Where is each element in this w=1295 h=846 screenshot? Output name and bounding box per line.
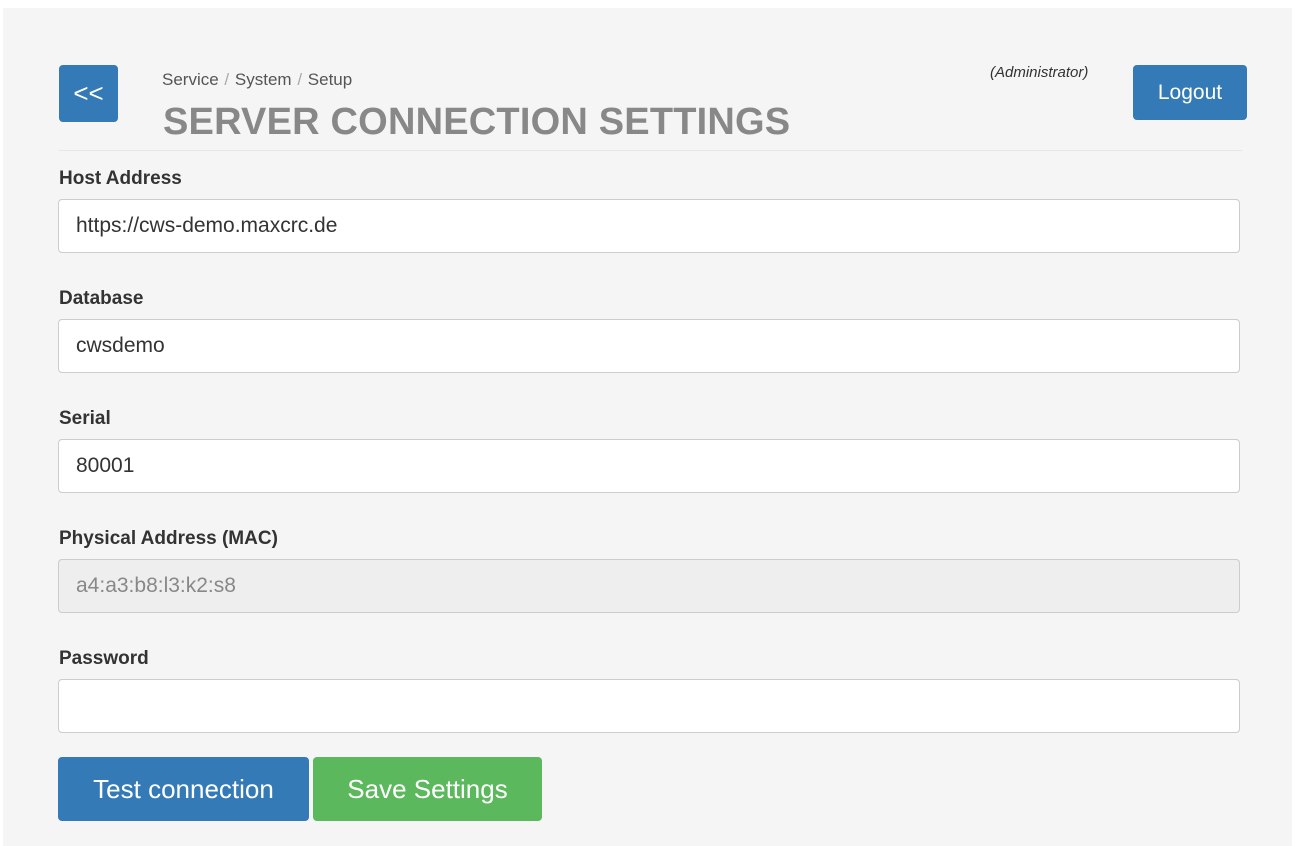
user-role-label: (Administrator) [990,64,1089,81]
back-button[interactable]: << [59,65,118,122]
breadcrumb: Service / System / Setup [162,70,352,90]
test-connection-button[interactable]: Test connection [58,757,309,821]
breadcrumb-service[interactable]: Service [162,70,219,89]
breadcrumb-system[interactable]: System [235,70,292,89]
logout-button[interactable]: Logout [1133,65,1247,120]
breadcrumb-separator: / [297,70,303,89]
mac-address-label: Physical Address (MAC) [59,528,278,549]
database-input[interactable] [58,319,1240,373]
mac-address-input [58,559,1240,613]
save-settings-button[interactable]: Save Settings [313,757,542,821]
host-address-input[interactable] [58,199,1240,253]
breadcrumb-separator: / [224,70,230,89]
database-label: Database [59,288,144,309]
password-label: Password [59,648,149,669]
serial-input[interactable] [58,439,1240,493]
password-input[interactable] [58,679,1240,733]
breadcrumb-setup: Setup [307,70,353,89]
serial-label: Serial [59,408,111,429]
page-title: SERVER CONNECTION SETTINGS [163,101,791,143]
host-address-label: Host Address [59,168,182,189]
header-divider [59,150,1242,151]
